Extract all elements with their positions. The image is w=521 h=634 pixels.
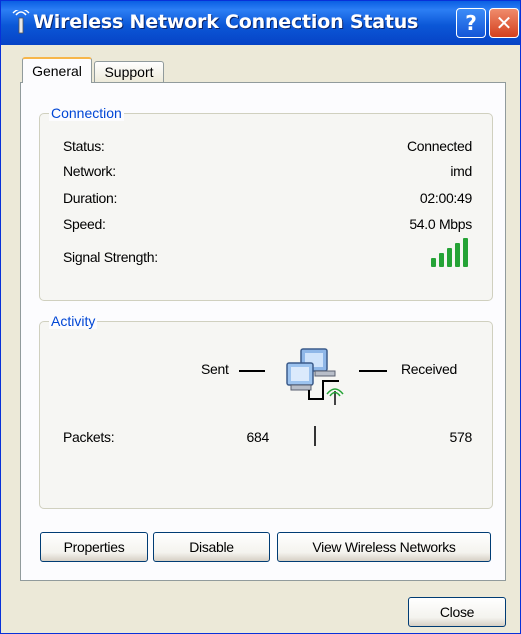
status-value: Connected: [406, 138, 472, 154]
connection-legend: Connection: [49, 105, 124, 121]
window-title: Wireless Network Connection Status: [33, 11, 419, 33]
close-button[interactable]: Close: [408, 597, 506, 627]
sent-label: Sent: [201, 361, 229, 377]
signal-bar: [447, 248, 452, 267]
duration-label: Duration:: [63, 190, 118, 206]
signal-strength-icon: [431, 237, 471, 267]
packets-sent-value: 684: [246, 429, 270, 445]
speed-value: 54.0 Mbps: [409, 216, 472, 232]
packets-label: Packets:: [63, 429, 115, 445]
title-bar[interactable]: Wireless Network Connection Status ? ✕: [1, 1, 520, 45]
close-icon: ✕: [495, 11, 513, 35]
help-icon: ?: [465, 11, 477, 35]
tab-general[interactable]: General: [22, 57, 92, 83]
speed-label: Speed:: [63, 216, 106, 232]
signal-bar: [463, 238, 468, 267]
packets-received-value: 578: [449, 429, 473, 445]
duration-value: 02:00:49: [419, 190, 472, 206]
network-label: Network:: [63, 163, 116, 179]
disable-button[interactable]: Disable: [153, 532, 270, 562]
help-button[interactable]: ?: [456, 8, 486, 38]
wireless-network-icon: [12, 10, 30, 34]
close-window-button[interactable]: ✕: [489, 8, 519, 38]
sent-dash: [239, 370, 265, 372]
network-activity-icon: [286, 348, 344, 405]
status-label: Status:: [63, 138, 105, 154]
network-value: imd: [450, 163, 472, 179]
activity-legend: Activity: [49, 313, 98, 329]
properties-button[interactable]: Properties: [40, 532, 148, 562]
view-wireless-networks-button[interactable]: View Wireless Networks: [277, 532, 491, 562]
received-dash: [359, 370, 387, 372]
signal-bar: [431, 258, 436, 267]
received-label: Received: [401, 361, 457, 377]
status-dialog: Wireless Network Connection Status ? ✕ G…: [0, 0, 521, 634]
activity-group: [39, 321, 493, 509]
packets-separator: [314, 426, 316, 446]
tab-support[interactable]: Support: [94, 61, 164, 83]
signal-strength-label: Signal Strength:: [63, 249, 158, 265]
signal-bar: [455, 243, 460, 267]
signal-bar: [439, 253, 444, 267]
